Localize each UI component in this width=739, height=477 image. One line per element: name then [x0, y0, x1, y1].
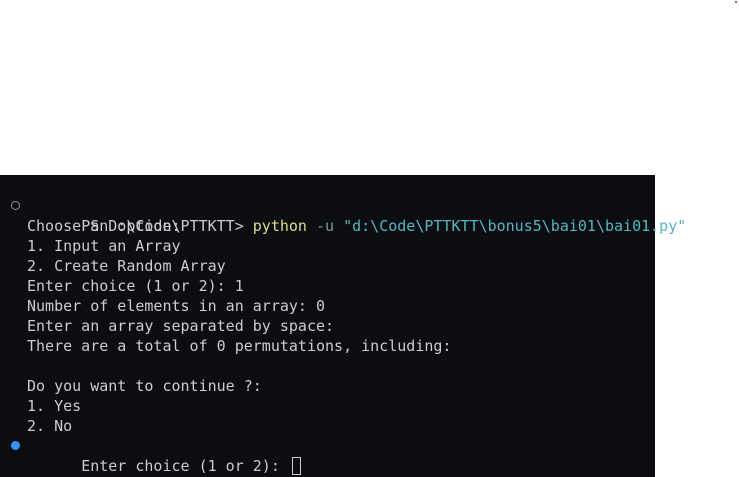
output-line: 1. Yes [27, 397, 82, 415]
running-decoration-icon[interactable] [11, 441, 20, 450]
terminal-panel[interactable]: PS D:\Code\PTTKTT> python -u "d:\Code\PT… [0, 175, 686, 477]
command-decoration-icon[interactable] [11, 201, 20, 210]
input-prompt: Enter choice (1 or 2): [81, 457, 289, 475]
command-line: PS D:\Code\PTTKTT> python -u "d:\Code\PT… [0, 196, 686, 235]
output-line: 2. No [27, 417, 73, 435]
output-line: Do you want to continue ?: [27, 377, 262, 395]
notification-dot-icon [735, 1, 737, 3]
output-line: 1. Input an Array [27, 237, 181, 255]
output-line: There are a total of 0 permutations, inc… [27, 337, 452, 355]
screen: PS D:\Code\PTTKTT> python -u "d:\Code\PT… [0, 0, 739, 477]
input-line[interactable]: Enter choice (1 or 2): [0, 436, 655, 475]
output-line: Number of elements in an array: 0 [27, 297, 326, 315]
text-cursor[interactable] [291, 457, 301, 475]
output-line: 2. Create Random Array [27, 257, 226, 275]
output-line: Enter choice (1 or 2): 1 [27, 277, 244, 295]
output-line: Enter an array separated by space: [27, 317, 335, 335]
output-line: Choose an option: [27, 217, 181, 235]
